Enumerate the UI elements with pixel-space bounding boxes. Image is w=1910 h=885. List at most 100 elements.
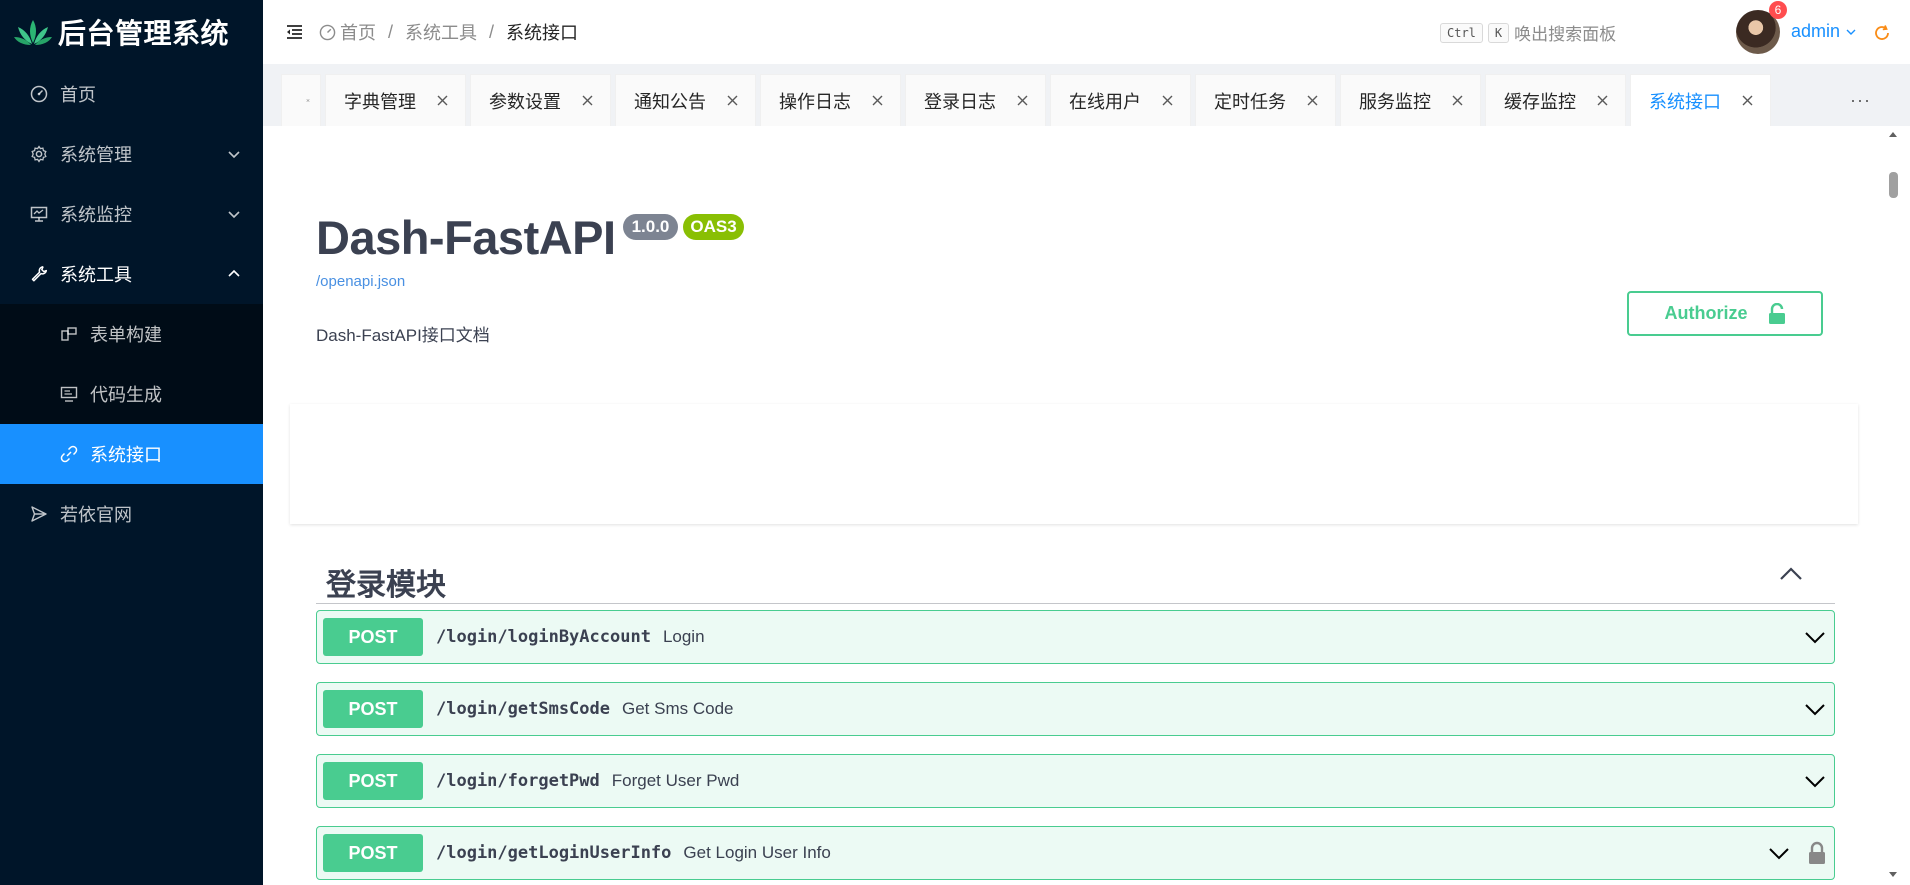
tab-label: 缓存监控: [1504, 91, 1576, 112]
sidebar-item-label: 系统管理: [60, 145, 132, 165]
tab-job[interactable]: 定时任务: [1195, 74, 1336, 126]
scrollbar-thumb[interactable]: [1889, 172, 1898, 198]
user-menu[interactable]: admin: [1791, 21, 1857, 42]
breadcrumb-system-tools[interactable]: 系统工具: [405, 19, 477, 45]
tabs-more-button[interactable]: ···: [1850, 90, 1871, 111]
user-avatar[interactable]: 6: [1736, 1, 1787, 54]
tab-operlog[interactable]: 操作日志: [760, 74, 901, 126]
close-icon[interactable]: [581, 94, 594, 107]
refresh-icon[interactable]: [1873, 24, 1891, 42]
version-badge: 1.0.0: [622, 214, 679, 240]
sidebar-item-label: 代码生成: [90, 385, 162, 405]
operation-summary: Get Sms Code: [622, 699, 734, 718]
scroll-down-arrow-icon[interactable]: [1888, 871, 1898, 879]
logo[interactable]: 后台管理系统: [0, 0, 263, 64]
chevron-up-icon[interactable]: [1779, 566, 1803, 582]
chevron-down-icon[interactable]: [1804, 701, 1826, 717]
lock-icon[interactable]: [1808, 841, 1826, 865]
close-icon[interactable]: [1451, 94, 1464, 107]
tab-system-api[interactable]: 系统接口: [1630, 74, 1771, 126]
sidebar-item-system-tools[interactable]: 系统工具: [0, 244, 263, 304]
chevron-down-icon: [1846, 29, 1856, 35]
close-icon[interactable]: [1741, 94, 1754, 107]
tab-label: 登录日志: [924, 91, 996, 112]
tab-loginlog[interactable]: 登录日志: [905, 74, 1046, 126]
tab-cache[interactable]: 缓存监控: [1485, 74, 1626, 126]
submenu-system-tools: 表单构建 代码生成 系统接口: [0, 304, 263, 484]
tab-online[interactable]: 在线用户: [1050, 74, 1191, 126]
gear-icon: [30, 145, 48, 163]
operation-path: /login/loginByAccount: [436, 627, 651, 647]
dashboard-icon: [30, 85, 48, 103]
dashboard-icon: [319, 24, 336, 40]
sidebar-item-system-monitor[interactable]: 系统监控: [0, 184, 263, 244]
chevron-down-icon[interactable]: [1804, 629, 1826, 645]
close-icon[interactable]: [436, 94, 449, 107]
close-icon[interactable]: [306, 94, 310, 107]
tab-label: 操作日志: [779, 91, 851, 112]
scroll-up-arrow-icon[interactable]: [1888, 130, 1898, 138]
tab-label: 服务监控: [1359, 91, 1431, 112]
method-badge: POST: [323, 762, 423, 800]
sidebar: 后台管理系统 首页 系统管理 系统监控 系统工具 表单构建 代码生成 系统接口 …: [0, 0, 263, 885]
close-icon[interactable]: [726, 94, 739, 107]
chevron-down-icon[interactable]: [1804, 773, 1826, 789]
tab-server[interactable]: 服务监控: [1340, 74, 1481, 126]
tab-label: 在线用户: [1069, 91, 1141, 112]
tab-dict[interactable]: 字典管理: [325, 74, 466, 126]
monitor-icon: [30, 205, 48, 223]
operation-summary: Login: [662, 627, 705, 646]
tab-label: 定时任务: [1214, 91, 1286, 112]
close-icon[interactable]: [1016, 94, 1029, 107]
sidebar-item-label: 首页: [60, 85, 96, 105]
tab-label: 系统接口: [1649, 91, 1721, 112]
tag-section-login[interactable]: 登录模块: [316, 554, 1835, 604]
tab-notice[interactable]: 通知公告: [615, 74, 756, 126]
sidebar-item-system-management[interactable]: 系统管理: [0, 124, 263, 184]
top-header: 首页 / 系统工具 / 系统接口 Ctrl K 唤出搜索面板 6 admin: [263, 0, 1910, 64]
breadcrumb-home[interactable]: 首页: [340, 19, 376, 45]
authorize-button[interactable]: Authorize: [1627, 291, 1823, 336]
sidebar-item-home[interactable]: 首页: [0, 64, 263, 124]
close-icon[interactable]: [1161, 94, 1174, 107]
search-hint-text: 唤出搜索面板: [1514, 25, 1617, 44]
api-title: Dash-FastAPI: [316, 211, 616, 264]
kbd-k: K: [1487, 22, 1510, 43]
chevron-up-icon: [228, 269, 240, 277]
sidebar-item-official-site[interactable]: 若依官网: [0, 484, 263, 544]
menu-fold-icon[interactable]: [283, 21, 305, 43]
tab-partial-hidden[interactable]: [281, 74, 321, 126]
close-icon[interactable]: [1306, 94, 1319, 107]
method-badge: POST: [323, 690, 423, 728]
operation-post-login[interactable]: POST /login/loginByAccount Login: [316, 610, 1835, 664]
tabs-list: 字典管理 参数设置 通知公告 操作日志 登录日志 在线用户 定时任务 服务监控 …: [281, 74, 1775, 126]
sidebar-item-label: 系统监控: [60, 205, 132, 225]
search-shortcut-hint[interactable]: Ctrl K 唤出搜索面板: [1440, 20, 1616, 45]
tab-label: 通知公告: [634, 91, 706, 112]
operation-post-forget-pwd[interactable]: POST /login/forgetPwd Forget User Pwd: [316, 754, 1835, 808]
operation-summary: Forget User Pwd: [611, 771, 740, 790]
kbd-ctrl: Ctrl: [1440, 22, 1483, 43]
operation-post-get-sms-code[interactable]: POST /login/getSmsCode Get Sms Code: [316, 682, 1835, 736]
operation-post-get-login-user-info[interactable]: POST /login/getLoginUserInfo Get Login U…: [316, 826, 1835, 880]
close-icon[interactable]: [1596, 94, 1609, 107]
tab-config[interactable]: 参数设置: [470, 74, 611, 126]
breadcrumb-separator: /: [388, 21, 394, 42]
content-scrollbar[interactable]: [1886, 126, 1900, 885]
operation-path: /login/getSmsCode: [436, 699, 610, 719]
sidebar-item-code-gen[interactable]: 代码生成: [0, 364, 263, 424]
notification-badge: 6: [1769, 1, 1787, 19]
operation-path: /login/getLoginUserInfo: [436, 843, 672, 863]
sidebar-item-system-api[interactable]: 系统接口: [0, 424, 263, 484]
chevron-down-icon: [228, 151, 240, 159]
breadcrumb-current: 系统接口: [506, 23, 579, 43]
sidebar-item-form-builder[interactable]: 表单构建: [0, 304, 263, 364]
operation-path: /login/forgetPwd: [436, 771, 600, 791]
close-icon[interactable]: [871, 94, 884, 107]
oas-badge: OAS3: [683, 214, 744, 240]
sidebar-item-label: 系统接口: [90, 445, 162, 465]
chevron-down-icon[interactable]: [1768, 845, 1790, 861]
openapi-json-link[interactable]: /openapi.json: [316, 273, 405, 290]
sidebar-item-label: 若依官网: [60, 505, 132, 525]
tool-icon: [30, 265, 48, 283]
